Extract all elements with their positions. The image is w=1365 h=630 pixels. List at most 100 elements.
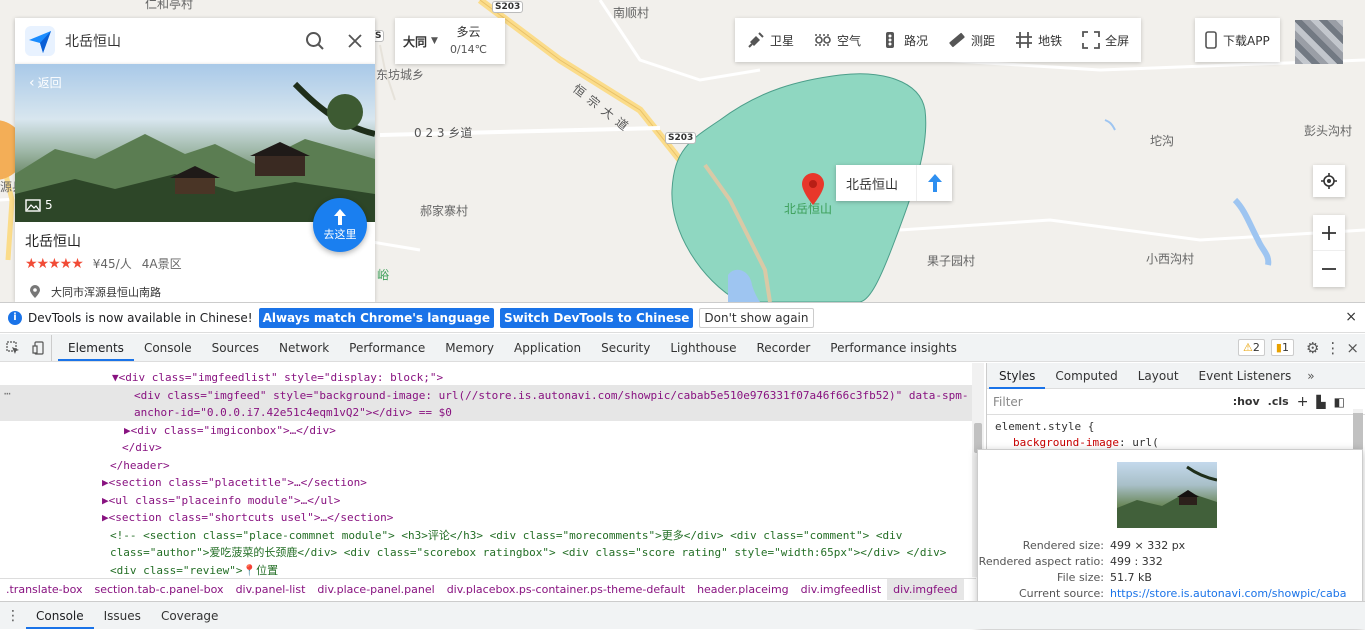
navigate-arrow-icon[interactable]	[916, 165, 952, 201]
breadcrumb-item[interactable]: div.imgfeedlist	[795, 579, 888, 600]
style-rule-selector: element.style {	[995, 420, 1095, 433]
back-button[interactable]: ‹ 返回	[29, 74, 62, 91]
search-icon[interactable]	[295, 18, 335, 64]
subway-icon	[1015, 31, 1033, 49]
map-place-label: 南顺村	[613, 6, 650, 20]
thumbnail-image	[1117, 465, 1217, 528]
styles-tab-computed[interactable]: Computed	[1045, 363, 1127, 389]
subway-button[interactable]: 地铁	[1005, 19, 1072, 61]
drawer-menu-icon[interactable]: ⋮	[0, 608, 26, 624]
sidebar-toggle-icon[interactable]: ◧	[1334, 395, 1345, 409]
minus-icon	[1321, 261, 1337, 277]
tab-network[interactable]: Network	[269, 335, 339, 361]
place-popup[interactable]: 北岳恒山	[836, 165, 952, 201]
dom-node-line[interactable]: <!-- <section class="place-commnet modul…	[110, 527, 902, 545]
elements-tree[interactable]: ⋯ ▼<div class="imgfeedlist" style="displ…	[0, 363, 972, 577]
dom-node-line[interactable]: </header>	[110, 457, 170, 475]
styles-filter-input[interactable]: Filter	[993, 395, 1225, 409]
close-banner-icon[interactable]: ×	[1345, 309, 1357, 325]
more-options-icon[interactable]: ⋮	[1325, 339, 1340, 357]
breadcrumb-item[interactable]: div.panel-list	[230, 579, 312, 600]
dom-node-line[interactable]: anchor-id="0.0.0.i7.42e51c4eqm1vQ2"></di…	[134, 404, 452, 422]
map-view[interactable]: 仁和亭村 东坊城乡 0 2 3 乡道 南顺村 郝家寨村 坨沟 彭头沟村 果子园村…	[0, 0, 1365, 302]
photo-count[interactable]: 5	[25, 198, 53, 212]
dom-node-line[interactable]: ▶<div class="imgiconbox">…</div>	[124, 422, 336, 440]
style-prop[interactable]: background-image	[1013, 436, 1119, 449]
air-button[interactable]: 空气	[804, 19, 871, 61]
style-value[interactable]: url(	[1132, 436, 1159, 449]
weather-widget[interactable]: 大同 ▼ 多云 0/14℃	[395, 18, 505, 64]
drawer-tab-issues[interactable]: Issues	[94, 603, 151, 629]
dom-node-line[interactable]: ▶<ul class="placeinfo module">…</ul>	[102, 492, 340, 510]
hov-toggle[interactable]: :hov	[1233, 395, 1260, 408]
new-rule-icon[interactable]: +	[1297, 394, 1309, 410]
weather-desc: 多云	[456, 25, 481, 39]
styles-tab-styles[interactable]: Styles	[989, 363, 1046, 389]
satellite-button[interactable]: 卫星	[737, 19, 804, 61]
breadcrumb-item[interactable]: .translate-box	[0, 579, 89, 600]
dom-node-line[interactable]: ▼<div class="imgfeedlist" style="display…	[112, 369, 443, 387]
tab-application[interactable]: Application	[504, 335, 591, 361]
drawer-tab-console[interactable]: Console	[26, 603, 94, 629]
ruler-button[interactable]: 测距	[938, 19, 1005, 61]
zoom-controls	[1313, 215, 1345, 287]
dom-node-line[interactable]: <div class="review">📍位置	[110, 562, 278, 578]
tab-console[interactable]: Console	[134, 335, 202, 361]
dom-node-line[interactable]: class="author">爱吃菠菜的长颈鹿</div> <div class…	[110, 544, 946, 562]
dom-node-line[interactable]: <div class="imgfeed" style="background-i…	[134, 387, 968, 405]
switch-language-button[interactable]: Switch DevTools to Chinese	[499, 307, 694, 328]
locate-button[interactable]	[1313, 165, 1345, 197]
download-app-button[interactable]: 下载APP	[1195, 18, 1280, 62]
cls-toggle[interactable]: .cls	[1268, 395, 1289, 408]
breadcrumb-item[interactable]: div.imgfeed	[887, 579, 964, 600]
breadcrumb-item[interactable]: section.tab-c.panel-box	[89, 579, 230, 600]
rating-stars-icon: ★★★★★	[25, 255, 84, 272]
breadcrumb-item[interactable]: div.place-panel.panel	[311, 579, 440, 600]
node-ellipsis-icon[interactable]: ⋯	[4, 387, 11, 400]
go-here-button[interactable]: 去这里	[313, 198, 367, 252]
zoom-in-button[interactable]	[1313, 215, 1345, 251]
settings-gear-icon[interactable]: ⚙	[1306, 339, 1319, 357]
drawer-tabbar: ⋮ Console Issues Coverage	[0, 601, 1365, 629]
traffic-button[interactable]: 路况	[871, 19, 938, 61]
dont-show-again-button[interactable]: Don't show again	[699, 307, 814, 328]
tooltip-label: Rendered size:	[1022, 539, 1104, 552]
tab-elements[interactable]: Elements	[58, 335, 134, 361]
tab-recorder[interactable]: Recorder	[747, 335, 821, 361]
fullscreen-button[interactable]: 全屏	[1072, 19, 1139, 61]
fullscreen-label: 全屏	[1105, 33, 1130, 48]
place-photo[interactable]: ‹ 返回 5	[15, 64, 375, 222]
tab-performance[interactable]: Performance	[339, 335, 435, 361]
tab-memory[interactable]: Memory	[435, 335, 504, 361]
dom-node-line[interactable]: </div>	[122, 439, 162, 457]
tab-performance-insights[interactable]: Performance insights	[820, 335, 967, 361]
map-pin-icon[interactable]	[800, 172, 826, 206]
place-address-row[interactable]: 大同市浑源县恒山南路	[29, 284, 161, 300]
avatar[interactable]	[1295, 20, 1343, 64]
paint-icon[interactable]: ▙	[1316, 395, 1325, 409]
close-devtools-icon[interactable]: ×	[1346, 339, 1359, 357]
city-selector[interactable]: 大同	[403, 33, 427, 50]
search-input[interactable]: 北岳恒山	[65, 31, 295, 51]
zoom-out-button[interactable]	[1313, 251, 1345, 287]
more-tabs-icon[interactable]: »	[1301, 369, 1320, 383]
close-icon[interactable]	[335, 18, 375, 64]
warnings-counter[interactable]: ⚠2	[1238, 339, 1265, 356]
issues-counter[interactable]: ▮1	[1270, 339, 1294, 356]
dom-node-line[interactable]: ▶<section class="shortcuts usel">…</sect…	[102, 509, 393, 527]
language-banner: i DevTools is now available in Chinese! …	[0, 303, 1365, 333]
styles-tab-event-listeners[interactable]: Event Listeners	[1189, 363, 1302, 389]
breadcrumb-item[interactable]: header.placeimg	[691, 579, 795, 600]
device-toolbar-icon[interactable]	[26, 334, 52, 361]
tab-lighthouse[interactable]: Lighthouse	[660, 335, 746, 361]
breadcrumb-item[interactable]: div.placebox.ps-container.ps-theme-defau…	[441, 579, 691, 600]
drawer-tab-coverage[interactable]: Coverage	[151, 603, 229, 629]
back-label: 返回	[37, 76, 62, 90]
inspect-element-icon[interactable]	[0, 335, 26, 361]
tab-security[interactable]: Security	[591, 335, 660, 361]
dom-node-line[interactable]: ▶<section class="placetitle">…</section>	[102, 474, 367, 492]
match-language-button[interactable]: Always match Chrome's language	[258, 307, 494, 328]
tab-sources[interactable]: Sources	[202, 335, 269, 361]
breadcrumb: .translate-box section.tab-c.panel-box div…	[0, 578, 976, 600]
styles-tab-layout[interactable]: Layout	[1128, 363, 1189, 389]
